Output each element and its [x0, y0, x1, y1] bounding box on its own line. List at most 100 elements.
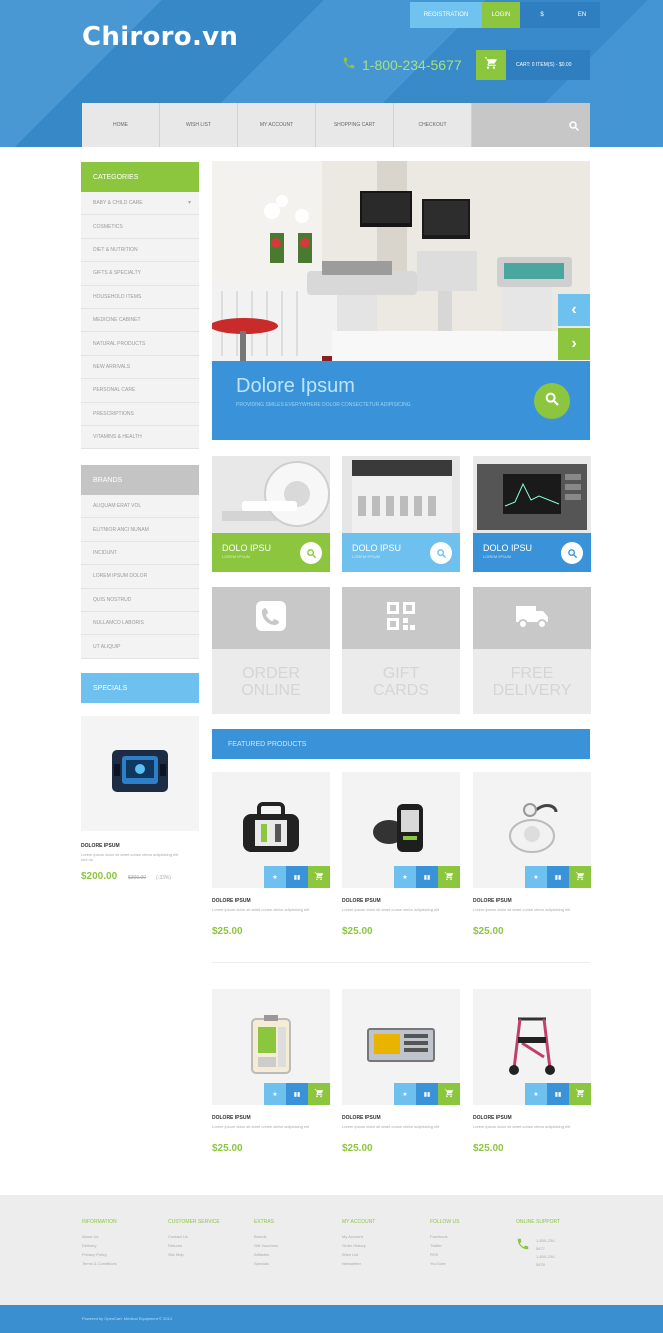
magnifier-icon[interactable] — [430, 542, 452, 564]
slider-next-button[interactable]: › — [558, 328, 590, 360]
nav-shopping-cart[interactable]: SHOPPING CART — [316, 103, 394, 147]
promo-banner[interactable]: DOLO IPSU LOREM IPSUM — [342, 456, 460, 572]
nav-wish-list[interactable]: WISH LIST — [160, 103, 238, 147]
brand-item[interactable]: NULLAMCO LABORIS — [81, 612, 199, 636]
footer-link[interactable]: My Account — [342, 1232, 375, 1241]
special-product-name[interactable]: DOLORE IPSUM — [81, 843, 120, 849]
product-name[interactable]: DOLORE IPSUM — [212, 1115, 251, 1121]
brand-item[interactable]: ALIQUAM ERAT VOL — [81, 495, 199, 519]
category-item[interactable]: HOUSEHOLD ITEMS — [81, 286, 199, 309]
category-item[interactable]: GIFTS & SPECIALTY — [81, 262, 199, 286]
register-link[interactable]: REGISTRATION — [410, 2, 482, 28]
add-to-cart-button[interactable] — [569, 866, 591, 888]
product-name[interactable]: DOLORE IPSUM — [473, 898, 512, 904]
magnifier-icon[interactable] — [561, 542, 583, 564]
product-name[interactable]: DOLORE IPSUM — [473, 1115, 512, 1121]
footer-link[interactable]: About Us — [82, 1232, 117, 1241]
slide-image[interactable] — [212, 161, 590, 361]
wishlist-button[interactable]: ★ — [525, 866, 547, 888]
service-free-delivery[interactable]: FREE DELIVERY — [473, 587, 591, 714]
compare-button[interactable]: ▮▮ — [547, 1083, 569, 1105]
product-desc: Lorem ipsum dolor sit amet conse ctetur … — [342, 907, 440, 912]
wishlist-button[interactable]: ★ — [264, 1083, 286, 1105]
product-name[interactable]: DOLORE IPSUM — [342, 898, 381, 904]
category-item[interactable]: BABY & CHILD CARE ▾ — [81, 192, 199, 216]
brand-logo[interactable]: Chiroro.vn — [82, 22, 238, 52]
wishlist-button[interactable]: ★ — [394, 866, 416, 888]
footer-link[interactable]: Order History — [342, 1241, 375, 1250]
category-item[interactable]: NATURAL PRODUCTS — [81, 332, 199, 356]
product-card: ★ ▮▮ DOLORE IPSUM Lorem ipsum dolor sit … — [342, 989, 460, 1179]
language-select[interactable]: EN — [564, 2, 600, 28]
search-box[interactable] — [472, 103, 590, 147]
banner-subtitle: LOREM IPSUM — [352, 554, 381, 559]
add-to-cart-button[interactable] — [308, 1083, 330, 1105]
add-to-cart-button[interactable] — [569, 1083, 591, 1105]
promo-banner[interactable]: DOLO IPSU LOREM IPSUM — [212, 456, 330, 572]
brand-item[interactable]: INCIDUNT — [81, 542, 199, 566]
nav-checkout[interactable]: CHECKOUT — [394, 103, 472, 147]
category-item[interactable]: NEW ARRIVALS — [81, 356, 199, 380]
product-desc: Lorem ipsum dolor sit amet conse ctetur … — [473, 907, 571, 912]
phone-number: 1-800-234-5677 — [362, 56, 462, 73]
slide-caption: Dolore Ipsum PROVIDING SMILES EVERYWHERE… — [212, 361, 590, 440]
promo-banner[interactable]: DOLO IPSU LOREM IPSUM — [473, 456, 591, 572]
footer-link[interactable]: Returns — [168, 1241, 220, 1250]
product-name[interactable]: DOLORE IPSUM — [212, 898, 251, 904]
cart-icon — [314, 1088, 324, 1100]
wishlist-button[interactable]: ★ — [264, 866, 286, 888]
slider-prev-button[interactable]: ‹ — [558, 294, 590, 326]
footer-link[interactable]: Brands — [254, 1232, 278, 1241]
footer-link[interactable]: Specials — [254, 1259, 278, 1268]
category-item[interactable]: PRESCRIPTIONS — [81, 403, 199, 426]
login-link[interactable]: LOGIN — [482, 2, 520, 28]
compare-button[interactable]: ▮▮ — [286, 866, 308, 888]
add-to-cart-button[interactable] — [308, 866, 330, 888]
magnifier-icon[interactable] — [300, 542, 322, 564]
footer-link[interactable]: Terms & Conditions — [82, 1259, 117, 1268]
cart-button[interactable] — [476, 50, 506, 80]
brand-item[interactable]: ELITNIOR ANCI NUNAM — [81, 518, 199, 542]
footer-link[interactable]: Privacy Policy — [82, 1250, 117, 1259]
compare-button[interactable]: ▮▮ — [416, 1083, 438, 1105]
service-gift-cards[interactable]: GIFT CARDS — [342, 587, 460, 714]
brand-item[interactable]: UT ALIQUIP — [81, 635, 199, 659]
banner-bar: DOLO IPSU LOREM IPSUM — [212, 533, 330, 572]
compare-button[interactable]: ▮▮ — [547, 866, 569, 888]
footer-link[interactable]: Affiliates — [254, 1250, 278, 1259]
product-name[interactable]: DOLORE IPSUM — [342, 1115, 381, 1121]
category-item[interactable]: MEDICINE CABINET — [81, 309, 199, 333]
search-icon[interactable] — [568, 119, 580, 137]
wishlist-button[interactable]: ★ — [394, 1083, 416, 1105]
category-item[interactable]: PERSONAL CARE — [81, 379, 199, 403]
cart-summary[interactable]: CART: 0 ITEM(S) - $0.00 — [506, 50, 590, 80]
special-product-image[interactable] — [81, 716, 199, 831]
footer-link[interactable]: Newsletter — [342, 1259, 375, 1268]
category-item[interactable]: VITAMINS & HEALTH — [81, 426, 199, 450]
add-to-cart-button[interactable] — [438, 1083, 460, 1105]
nav-my-account[interactable]: MY ACCOUNT — [238, 103, 316, 147]
footer-link[interactable]: Delivery — [82, 1241, 117, 1250]
footer-link[interactable]: Gift Vouchers — [254, 1241, 278, 1250]
footer-link[interactable]: Wish List — [342, 1250, 375, 1259]
brand-item[interactable]: LOREM IPSUM DOLOR — [81, 565, 199, 589]
brand-item[interactable]: QUIS NOSTRUD — [81, 589, 199, 612]
currency-select[interactable]: $ — [520, 2, 564, 28]
footer-link[interactable]: Contact Us — [168, 1232, 220, 1241]
compare-button[interactable]: ▮▮ — [286, 1083, 308, 1105]
footer-link[interactable]: Facebook — [430, 1232, 459, 1241]
add-to-cart-button[interactable] — [438, 866, 460, 888]
page: Chiroro.vn REGISTRATION LOGIN $ EN 1-800… — [0, 0, 663, 1333]
category-item[interactable]: DIET & NUTRITION — [81, 239, 199, 263]
footer-link[interactable]: Site Map — [168, 1250, 220, 1259]
defibrillator-icon — [110, 746, 170, 801]
category-item[interactable]: COSMETICS — [81, 215, 199, 239]
footer-link[interactable]: RSS — [430, 1250, 459, 1259]
footer-link[interactable]: YouTube — [430, 1259, 459, 1268]
footer-link[interactable]: Twitter — [430, 1241, 459, 1250]
service-order-online[interactable]: ORDER ONLINE — [212, 587, 330, 714]
compare-button[interactable]: ▮▮ — [416, 866, 438, 888]
slide-search-button[interactable] — [534, 383, 570, 419]
nav-home[interactable]: HOME — [82, 103, 160, 147]
wishlist-button[interactable]: ★ — [525, 1083, 547, 1105]
